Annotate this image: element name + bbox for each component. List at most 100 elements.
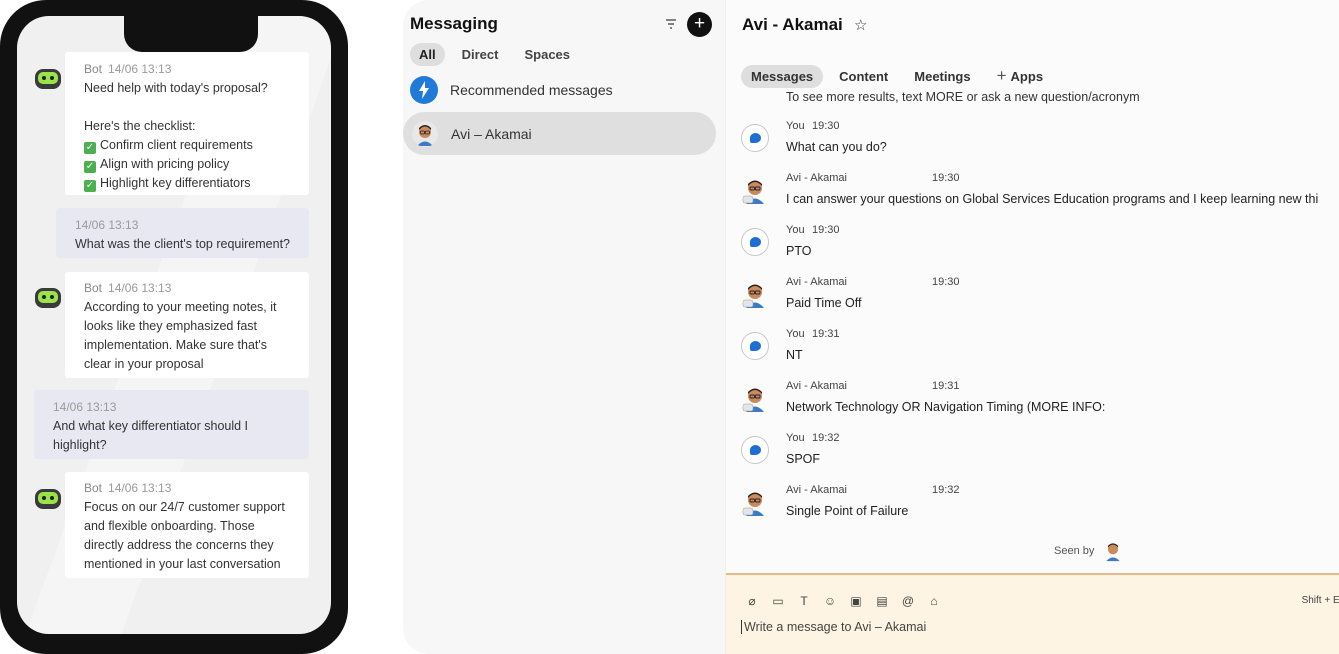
user-message: 14/06 13:13 And what key differentiator …: [34, 390, 309, 459]
phone-notch: [124, 16, 258, 52]
tab-meetings[interactable]: Meetings: [904, 65, 980, 88]
message-time: 19:32: [932, 484, 960, 496]
tab-messages[interactable]: Messages: [741, 64, 824, 88]
message-time: 19:30: [932, 172, 960, 184]
message-text: Need help with today's proposal?: [84, 81, 268, 95]
avatar: [412, 120, 438, 147]
message-sender: You: [786, 328, 805, 340]
chat-bubble-icon: [741, 228, 769, 256]
message-composer: ⌀ ▭ T ☺ ▣ ▤ @ ⌂ Shift + Ent Write a mess…: [726, 573, 1339, 654]
message-text: PTO: [786, 244, 812, 258]
emoji-icon[interactable]: ☺: [822, 593, 838, 609]
phone-screen: Bot 14/06 13:13 Need help with today's pr…: [17, 16, 331, 634]
message-text: I can answer your questions on Global Se…: [786, 192, 1319, 206]
chat-message: You 19:30 What can you do?: [726, 118, 1339, 170]
check-icon: ✓: [84, 161, 96, 173]
phone-frame: Bot 14/06 13:13 Need help with today's pr…: [0, 0, 348, 654]
message-text: highlight?: [53, 438, 107, 452]
message-text: According to your meeting notes, it: [84, 300, 277, 314]
chat-title: Avi - Akamai: [742, 15, 843, 34]
message-sender: Avi - Akamai: [786, 276, 847, 288]
checklist-item: ✓ Align with pricing policy: [84, 157, 230, 173]
checklist-item: ✓ Highlight key differentiators: [84, 176, 251, 192]
message-text: mentioned in your last conversation: [84, 557, 281, 571]
bot-icon: [35, 489, 61, 509]
checklist-item: ✓ Confirm client requirements: [84, 138, 253, 154]
chat-message: Avi - Akamai 19:31 Network Technology OR N…: [726, 378, 1339, 430]
chat-message: Avi - Akamai 19:32 Single Point of Failure: [726, 482, 1339, 534]
recommended-messages-item[interactable]: Recommended messages: [410, 76, 613, 104]
chat-pane: Avi - Akamai ☆ Messages Content Meetings…: [725, 0, 1339, 654]
avatar: [742, 284, 764, 308]
message-time: 19:31: [932, 380, 960, 392]
chat-message: You 19:31 NT: [726, 326, 1339, 378]
format-text-icon[interactable]: T: [796, 593, 812, 609]
mention-icon[interactable]: @: [900, 593, 916, 609]
message-sender: Avi - Akamai: [786, 380, 847, 392]
filter-icon[interactable]: [665, 18, 677, 30]
quick-reply-icon[interactable]: ▤: [874, 593, 890, 609]
chat-bubble-icon: [741, 436, 769, 464]
recommended-messages-label: Recommended messages: [450, 82, 613, 98]
bot-icon[interactable]: ⌂: [926, 593, 942, 609]
tab-apps[interactable]: + Apps: [987, 62, 1053, 90]
message-text: directly address the concerns they: [84, 538, 274, 552]
tab-content[interactable]: Content: [829, 65, 898, 88]
message-text: and flexible onboarding. Those: [84, 519, 255, 533]
gif-icon[interactable]: ▣: [848, 593, 864, 609]
screenshot-icon[interactable]: ▭: [770, 593, 786, 609]
seen-by: Seen by: [1054, 540, 1125, 562]
user-message: 14/06 13:13 What was the client's top re…: [56, 208, 309, 258]
message-time: 19:30: [812, 120, 840, 132]
bot-message: Bot 14/06 13:13 Need help with today's pr…: [65, 52, 309, 195]
message-time: 19:32: [812, 432, 840, 444]
message-time: 19:30: [932, 276, 960, 288]
chat-message: Avi - Akamai 19:30 Paid Time Off: [726, 274, 1339, 326]
conversation-item-avi[interactable]: Avi – Akamai: [403, 112, 716, 155]
star-icon[interactable]: ☆: [854, 16, 867, 34]
chat-message: Avi - Akamai 19:30 I can answer your quest…: [726, 170, 1339, 222]
conversation-label: Avi – Akamai: [451, 125, 532, 142]
check-icon: ✓: [84, 142, 96, 154]
avatar: [1102, 540, 1125, 562]
chat-message: You 19:32 SPOF: [726, 430, 1339, 482]
avatar: [742, 180, 764, 204]
message-time: 19:31: [812, 328, 840, 340]
chat-bubble-icon: [741, 332, 769, 360]
message-text: Paid Time Off: [786, 296, 862, 310]
message-text: implementation. Make sure that's: [84, 338, 268, 352]
check-icon: ✓: [84, 180, 96, 192]
message-text: SPOF: [786, 452, 821, 466]
avatar: [742, 492, 764, 516]
filter-all[interactable]: All: [410, 43, 445, 66]
message-text: Single Point of Failure: [786, 504, 909, 518]
message-text: Network Technology OR Navigation Timing …: [786, 400, 1106, 414]
message-sender: You: [786, 224, 805, 236]
message-list[interactable]: To see more results, text MORE or ask a …: [726, 88, 1339, 573]
bot-icon: [35, 288, 61, 308]
message-text: looks like they emphasized fast: [84, 319, 258, 333]
message-sender: Avi - Akamai: [786, 484, 847, 496]
bot-icon: [35, 69, 61, 89]
sidebar-title: Messaging: [410, 14, 498, 33]
message-text: Here's the checklist:: [84, 119, 196, 133]
message-text: To see more results, text MORE or ask a …: [786, 90, 1140, 104]
message-sender: You: [786, 120, 805, 132]
attach-icon[interactable]: ⌀: [744, 593, 760, 609]
filter-spaces[interactable]: Spaces: [515, 43, 579, 66]
message-sender: Avi - Akamai: [786, 172, 847, 184]
composer-toolbar: ⌀ ▭ T ☺ ▣ ▤ @ ⌂: [744, 593, 942, 609]
filter-tabs: All Direct Spaces: [410, 43, 587, 66]
bot-message: Bot 14/06 13:13 Focus on our 24/7 custome…: [65, 472, 309, 578]
messaging-app: Messaging + All Direct Spaces Recommende…: [403, 0, 1339, 654]
new-message-button[interactable]: +: [687, 12, 712, 37]
chat-tabs: Messages Content Meetings + Apps: [741, 62, 1059, 90]
filter-direct[interactable]: Direct: [453, 43, 508, 66]
chat-bubble-icon: [741, 124, 769, 152]
message-time: 19:30: [812, 224, 840, 236]
sidebar: Messaging + All Direct Spaces Recommende…: [403, 0, 725, 654]
message-input[interactable]: Write a message to Avi – Akamai: [741, 620, 926, 634]
message-sender: You: [786, 432, 805, 444]
message-text: clear in your proposal: [84, 357, 204, 371]
avatar: [742, 388, 764, 412]
